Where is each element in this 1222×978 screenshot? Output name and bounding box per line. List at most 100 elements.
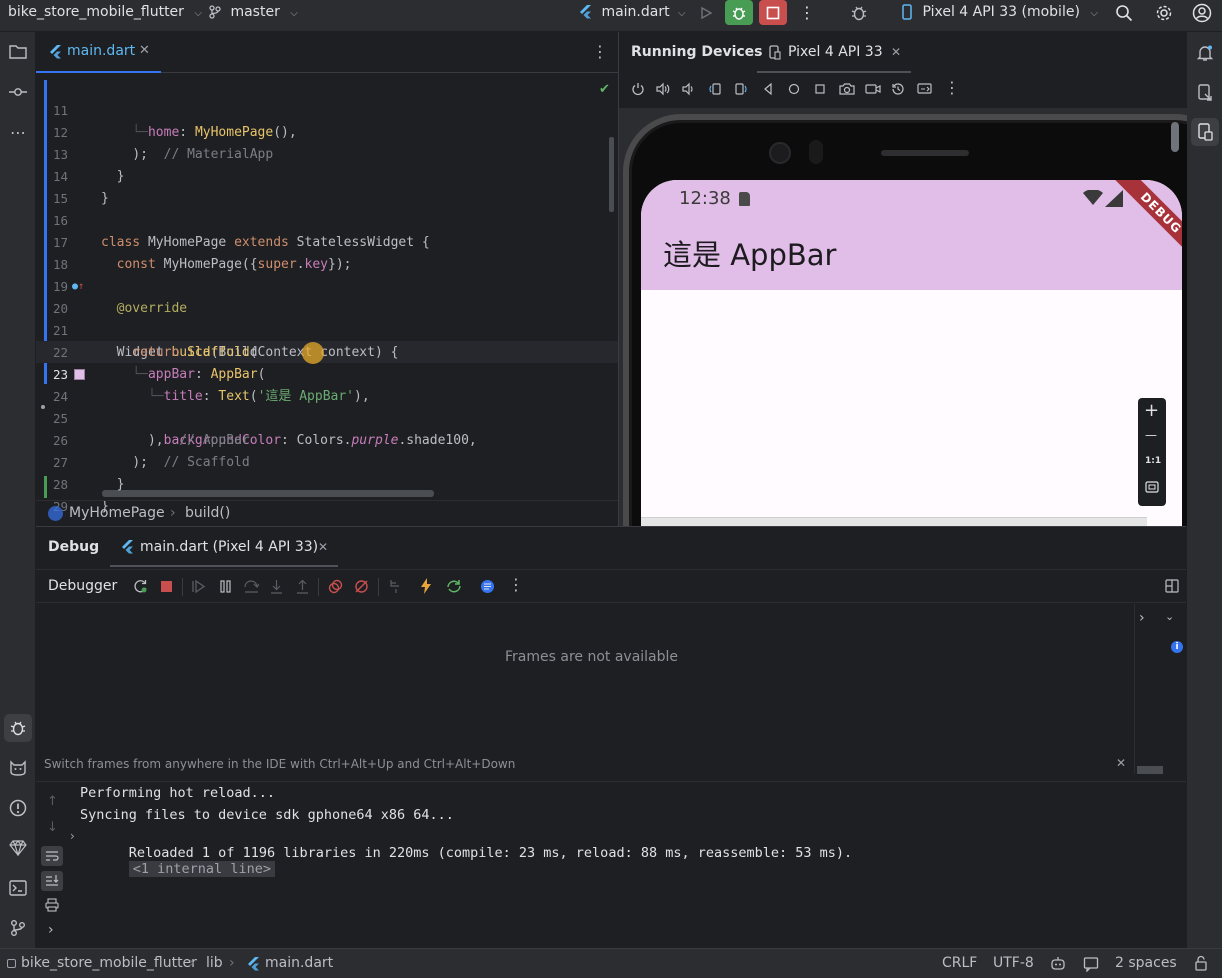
hot-reload-icon[interactable]: [420, 578, 432, 594]
more-tools-button[interactable]: ⋯: [4, 118, 32, 146]
notifications-tool-button[interactable]: [1191, 39, 1219, 67]
status-path-project[interactable]: bike_store_mobile_flutter: [21, 955, 197, 971]
status-path-file[interactable]: main.dart: [265, 955, 333, 971]
flutter-inspector-tool-button[interactable]: [4, 834, 32, 862]
rerun-icon[interactable]: [133, 579, 148, 594]
tab-device[interactable]: Pixel 4 API 33 ✕: [757, 32, 911, 73]
comment-icon[interactable]: [1083, 956, 1099, 972]
tab-options-button[interactable]: ⋮: [592, 42, 608, 61]
zoom-out-button[interactable]: —: [1145, 428, 1157, 442]
commit-tool-button[interactable]: [4, 78, 32, 106]
branch-selector[interactable]: master ⌵: [208, 0, 298, 25]
zoom-actual-size-button[interactable]: 1:1: [1145, 456, 1161, 466]
close-icon[interactable]: ✕: [139, 43, 150, 58]
run-button[interactable]: [692, 0, 720, 25]
history-icon[interactable]: [891, 82, 905, 96]
phone-screen[interactable]: 12:38 這是 AppBar DEBUG: [641, 180, 1182, 526]
override-gutter-icon[interactable]: ●↑: [72, 276, 84, 298]
lock-icon[interactable]: [1194, 955, 1208, 971]
tab-running-devices[interactable]: Running Devices: [631, 44, 763, 60]
camera-icon[interactable]: [839, 82, 855, 96]
indent-selector[interactable]: 2 spaces: [1115, 955, 1177, 971]
arrow-down-icon[interactable]: ↓: [47, 820, 58, 835]
variables-scrollbar[interactable]: [1137, 766, 1163, 774]
video-icon[interactable]: [865, 82, 881, 96]
search-button[interactable]: [1110, 0, 1138, 25]
close-icon[interactable]: ✕: [1116, 756, 1126, 770]
chevron-right-icon[interactable]: ›: [48, 922, 54, 938]
debugger-tab[interactable]: Debugger: [48, 578, 117, 594]
display-settings-icon[interactable]: [917, 82, 933, 96]
hint-text: Switch frames from anywhere in the IDE w…: [44, 757, 516, 771]
hot-restart-icon[interactable]: [446, 579, 462, 594]
stop-button[interactable]: [759, 0, 787, 25]
cell-signal-icon: [1105, 190, 1123, 207]
mute-breakpoints-icon[interactable]: [354, 579, 369, 594]
power-icon[interactable]: [631, 82, 645, 96]
account-button[interactable]: [1188, 0, 1216, 25]
resume-icon[interactable]: [192, 580, 206, 593]
home-icon[interactable]: [787, 82, 801, 96]
console-line: Performing hot reload...: [80, 785, 276, 801]
scroll-to-end-icon[interactable]: [41, 871, 63, 891]
more-vertical-icon[interactable]: ⋮: [944, 78, 960, 97]
bell-icon: [1196, 44, 1214, 62]
drop-frame-icon[interactable]: [388, 579, 402, 594]
overview-icon[interactable]: [813, 82, 827, 96]
problems-tool-button[interactable]: [4, 794, 32, 822]
device-manager-tool-button[interactable]: [1191, 79, 1219, 107]
stop-icon[interactable]: [160, 580, 173, 593]
color-swatch-icon[interactable]: [74, 369, 85, 380]
soft-wrap-icon[interactable]: [41, 846, 63, 866]
breadcrumb-item-method[interactable]: build(): [185, 505, 230, 521]
chevron-down-icon[interactable]: ⌄: [1165, 610, 1174, 623]
status-path-folder[interactable]: lib: [206, 955, 223, 971]
rotate-right-icon[interactable]: [734, 82, 748, 96]
project-selector[interactable]: bike_store_mobile_flutter ⌵: [8, 0, 202, 25]
step-into-icon[interactable]: [270, 579, 283, 594]
chevron-right-icon[interactable]: ›: [1139, 610, 1145, 626]
attach-debugger-button[interactable]: [845, 0, 873, 25]
step-out-icon[interactable]: [296, 579, 309, 594]
tab-debug-session[interactable]: main.dart (Pixel 4 API 33) ✕: [110, 527, 338, 567]
line-ending-selector[interactable]: CRLF: [942, 955, 977, 971]
back-icon[interactable]: [761, 82, 775, 96]
fit-screen-icon[interactable]: [1145, 480, 1159, 494]
debug-tool-button[interactable]: [4, 714, 32, 742]
console[interactable]: ↑ ↓ › Performing hot reload... Syncing f…: [36, 781, 1186, 949]
breadcrumb-item-class[interactable]: MyHomePage: [69, 505, 165, 521]
logcat-tool-button[interactable]: [4, 754, 32, 782]
devices-tab-bar: Running Devices Pixel 4 API 33 ✕: [619, 32, 1187, 73]
info-icon[interactable]: i: [1171, 641, 1183, 653]
close-icon[interactable]: ✕: [318, 540, 328, 554]
more-actions-button[interactable]: ⋮: [793, 0, 821, 25]
zoom-in-button[interactable]: +: [1144, 400, 1159, 421]
step-over-icon[interactable]: [244, 580, 259, 593]
ai-assistant-icon[interactable]: [1050, 956, 1066, 972]
device-selector[interactable]: Pixel 4 API 33 (mobile) ⌵: [902, 0, 1098, 25]
debug-button[interactable]: [725, 0, 753, 25]
expand-fold-icon[interactable]: ›: [70, 829, 75, 843]
encoding-selector[interactable]: UTF-8: [993, 955, 1034, 971]
app-bar-title: 這是 AppBar: [663, 238, 837, 272]
volume-up-icon[interactable]: [656, 82, 670, 96]
terminal-tool-button[interactable]: [4, 874, 32, 902]
print-icon[interactable]: [45, 898, 59, 912]
more-vertical-icon[interactable]: ⋮: [508, 575, 524, 594]
layout-toggle-icon[interactable]: [1165, 579, 1179, 593]
close-icon[interactable]: ✕: [891, 45, 901, 59]
internal-line-fold[interactable]: <1 internal line>: [128, 861, 275, 877]
settings-button[interactable]: [1150, 0, 1178, 25]
rotate-left-icon[interactable]: [708, 82, 722, 96]
pause-icon[interactable]: [219, 580, 232, 593]
view-breakpoints-icon[interactable]: [328, 579, 343, 594]
devtools-icon[interactable]: [480, 579, 495, 594]
version-control-tool-button[interactable]: [4, 914, 32, 942]
project-tool-button[interactable]: [4, 38, 32, 66]
running-devices-tool-button[interactable]: [1191, 118, 1219, 146]
run-config-selector[interactable]: main.dart ⌵: [580, 0, 686, 25]
tab-main-dart[interactable]: main.dart ✕: [36, 32, 161, 73]
arrow-up-icon[interactable]: ↑: [47, 794, 58, 809]
volume-down-icon[interactable]: [682, 82, 696, 96]
viewport-scrollbar[interactable]: [1171, 122, 1179, 152]
